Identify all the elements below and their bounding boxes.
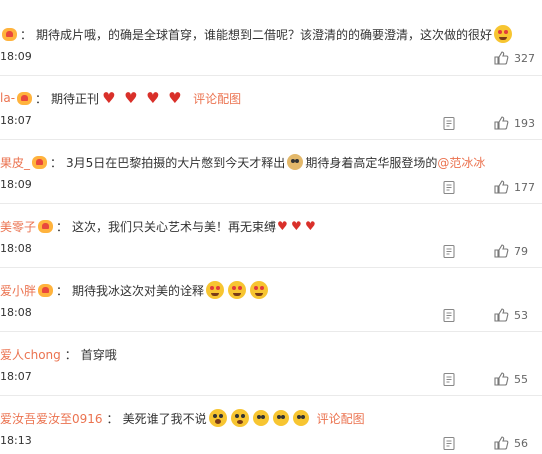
comment-actions: 177 — [441, 177, 542, 197]
colon: ： — [56, 219, 69, 234]
comment-time: 18:08 — [0, 242, 32, 255]
kiss-face-emoji-icon — [252, 410, 269, 426]
divider — [0, 203, 542, 204]
thumbs-up-icon[interactable] — [493, 371, 509, 387]
heart-eyes-emoji-icon — [250, 281, 269, 299]
member-crown-icon — [38, 283, 54, 297]
comment-line: 爱人chong ： 首穿哦 — [0, 344, 117, 364]
comment-line: 果皮_ ： 3月5日在巴黎拍摄的大片憋到今天才释出 期待身着高定华服登场的 @范… — [0, 152, 485, 172]
heart-icon: ♥ — [305, 219, 316, 233]
comment-line: 美零子 ： 这次，我们只关心艺术与美！再无束缚 ♥ ♥ ♥ — [0, 216, 318, 236]
colon: ： — [50, 155, 63, 170]
clipboard-icon[interactable] — [441, 435, 457, 451]
comment-time: 18:07 — [0, 370, 32, 383]
colon: ： — [106, 411, 119, 426]
comment-image-link[interactable]: 评论配图 — [193, 90, 241, 107]
comment-time: 18:08 — [0, 306, 32, 319]
like-count: 79 — [514, 244, 528, 258]
clipboard-icon[interactable] — [441, 179, 457, 195]
like-count: 56 — [514, 436, 528, 450]
comment-time: 18:13 — [0, 434, 32, 447]
like-count: 55 — [514, 372, 528, 386]
comment-line: la- ： 期待正刊 ♥ ♥ ♥ ♥ 评论配图 — [0, 88, 241, 108]
heart-icon: ♥ — [146, 89, 160, 107]
thumbs-up-icon[interactable] — [493, 115, 509, 131]
member-crown-icon — [38, 219, 54, 233]
heart-icon: ♥ — [168, 89, 182, 107]
heart-icon: ♥ — [291, 219, 302, 233]
comment-username[interactable]: 爱人chong — [0, 346, 61, 363]
comment-actions: 193 — [441, 113, 542, 133]
comment-text: 3月5日在巴黎拍摄的大片憋到今天才释出 — [66, 155, 286, 170]
member-crown-icon — [2, 27, 17, 41]
comment-time: 18:09 — [0, 178, 32, 191]
comment-line: 爱汝吾爱汝至0916 ： 美死谁了我不说 评论配图 — [0, 408, 365, 428]
divider — [0, 139, 542, 140]
kiss-face-emoji-icon — [292, 410, 309, 426]
crying-face-emoji-icon — [494, 25, 513, 43]
comment-text: 首穿哦 — [80, 347, 117, 362]
colon: ： — [20, 27, 33, 42]
member-crown-icon — [32, 155, 48, 169]
comment-time: 18:07 — [0, 114, 32, 127]
comment-username[interactable]: 美零子 — [0, 218, 36, 235]
heart-eyes-emoji-icon — [228, 281, 247, 299]
clipboard-icon[interactable] — [441, 115, 457, 131]
comment-time: 18:09 — [0, 50, 32, 63]
comment-username[interactable]: 爱汝吾爱汝至0916 — [0, 410, 103, 427]
thumbs-up-icon[interactable] — [493, 435, 509, 451]
comment-text: 期待成片哦，的确是全球首穿，谁能想到二借呢？该澄清的的确要澄清，这次做的很好 — [36, 27, 493, 42]
comment-line: ： 期待成片哦，的确是全球首穿，谁能想到二借呢？该澄清的的确要澄清，这次做的很好 — [0, 24, 514, 44]
comment-actions: 79 — [441, 241, 542, 261]
thumbs-up-icon[interactable] — [493, 50, 509, 66]
surprised-face-emoji-icon — [230, 409, 249, 427]
comment-actions: 327 — [493, 48, 542, 68]
heart-eyes-emoji-icon — [206, 281, 225, 299]
divider — [0, 395, 542, 396]
thumbs-up-icon[interactable] — [493, 307, 509, 323]
heart-icon: ♥ — [277, 219, 288, 233]
kiss-face-emoji-icon — [272, 410, 289, 426]
comment-username[interactable]: 果皮_ — [0, 154, 30, 171]
mention-link[interactable]: @范冰冰 — [437, 154, 485, 171]
divider — [0, 267, 542, 268]
screaming-face-emoji-icon — [208, 409, 227, 427]
clipboard-icon[interactable] — [441, 243, 457, 259]
comment-actions: 56 — [441, 433, 542, 453]
comment-text: 期待正刊 — [51, 91, 100, 106]
heart-icon: ♥ — [124, 89, 138, 107]
member-crown-icon — [17, 91, 33, 105]
clipboard-icon[interactable] — [441, 371, 457, 387]
like-count: 193 — [514, 116, 535, 130]
colon: ： — [64, 347, 77, 362]
thumbs-up-icon[interactable] — [493, 243, 509, 259]
comment-actions: 53 — [441, 305, 542, 325]
dog-face-emoji-icon — [287, 154, 304, 170]
thumbs-up-icon[interactable] — [493, 179, 509, 195]
divider — [0, 75, 542, 76]
comment-text: 美死谁了我不说 — [122, 411, 207, 426]
comment-text: 这次，我们只关心艺术与美！再无束缚 — [72, 219, 277, 234]
divider — [0, 331, 542, 332]
comment-text: 期待我冰这次对美的诠释 — [72, 283, 205, 298]
like-count: 177 — [514, 180, 535, 194]
comment-username[interactable]: la- — [0, 91, 15, 105]
comment-text-continued: 期待身着高定华服登场的 — [305, 155, 438, 170]
comment-actions: 55 — [441, 369, 542, 389]
colon: ： — [35, 91, 48, 106]
like-count: 53 — [514, 308, 528, 322]
like-count: 327 — [514, 51, 535, 65]
comment-line: 爱小胖 ： 期待我冰这次对美的诠释 — [0, 280, 270, 300]
comment-username[interactable]: 爱小胖 — [0, 282, 36, 299]
colon: ： — [56, 283, 69, 298]
comment-image-link[interactable]: 评论配图 — [317, 410, 365, 427]
heart-icon: ♥ — [102, 89, 116, 107]
clipboard-icon[interactable] — [441, 307, 457, 323]
